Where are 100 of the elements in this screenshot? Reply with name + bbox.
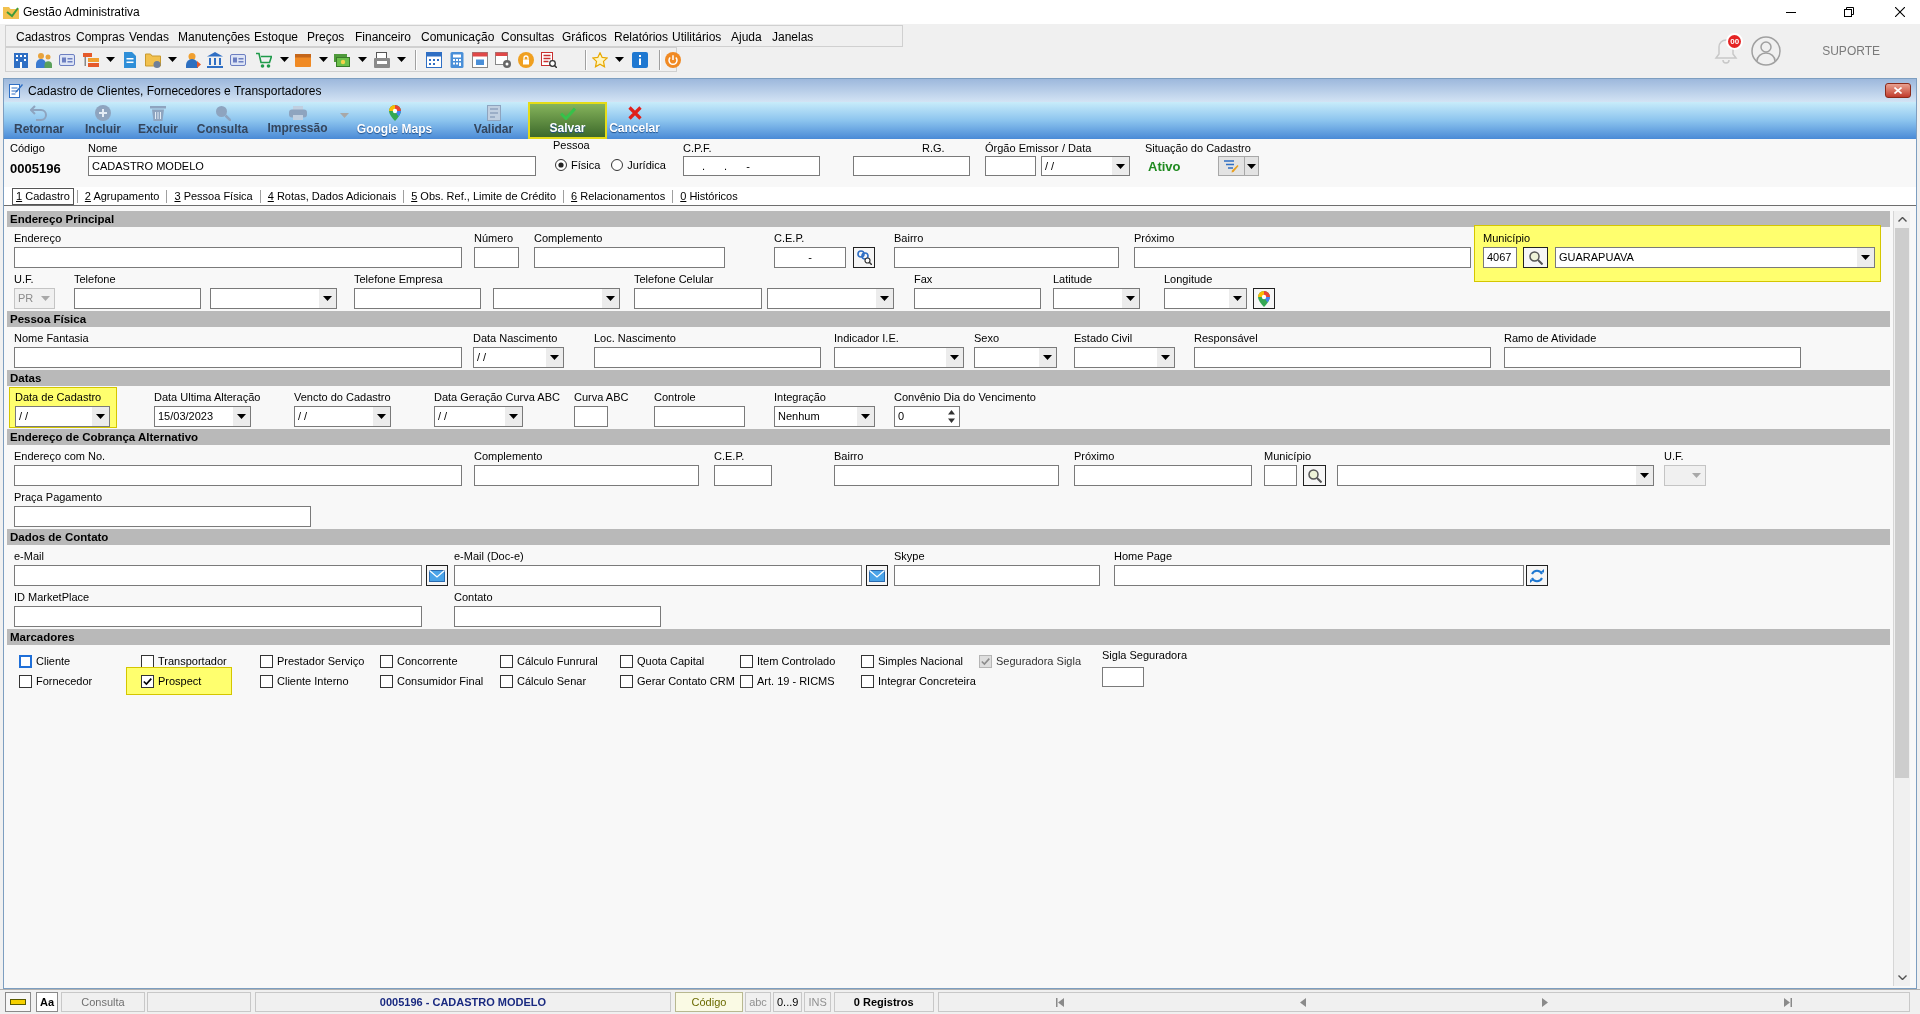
calendar-gear-icon[interactable] — [495, 51, 511, 68]
calendar-grid-icon[interactable] — [426, 51, 442, 68]
star-icon[interactable] — [592, 51, 608, 68]
checkbox-label[interactable]: Prestador Serviço — [277, 652, 365, 670]
tab[interactable]: 1 Cadastro — [12, 188, 74, 205]
checkbox-label[interactable]: Fornecedor — [36, 672, 93, 690]
menu-item[interactable]: Gráficos — [562, 30, 607, 44]
scrollbar-thumb[interactable] — [1895, 228, 1909, 778]
calculator-icon[interactable] — [449, 51, 465, 68]
box-icon[interactable] — [295, 51, 311, 68]
text-field[interactable] — [654, 406, 745, 427]
id-card-icon[interactable] — [230, 51, 246, 68]
radio-button[interactable] — [611, 159, 624, 171]
text-field[interactable] — [1264, 465, 1297, 486]
tab[interactable]: 0 Históricos — [676, 188, 742, 205]
folder-icon[interactable] — [145, 51, 161, 68]
text-field[interactable] — [574, 406, 608, 427]
tab[interactable]: 3 Pessoa Física — [170, 188, 257, 205]
checkbox-label[interactable]: Integrar Concreteira — [878, 672, 976, 690]
text-field[interactable] — [985, 156, 1036, 176]
checkbox-label[interactable]: Cálculo Funrural — [517, 652, 598, 670]
dropdown-field[interactable]: / / — [1041, 156, 1130, 176]
caret-icon[interactable] — [280, 57, 289, 62]
first-page-icon[interactable] — [1056, 997, 1065, 1007]
dropdown-field[interactable] — [1337, 465, 1654, 486]
people-icon[interactable] — [36, 51, 52, 68]
dropdown-field[interactable] — [834, 347, 964, 368]
toolbar-button[interactable]: Salvar — [528, 102, 607, 139]
text-field[interactable]: . . - — [683, 156, 820, 176]
font-button[interactable]: Aa — [36, 992, 58, 1012]
text-field[interactable] — [74, 288, 201, 309]
checkbox-label[interactable]: Cálculo Senar — [517, 672, 587, 690]
marker-button[interactable] — [5, 992, 31, 1012]
checkbox[interactable] — [500, 674, 513, 688]
caret-icon[interactable] — [615, 57, 624, 62]
last-page-icon[interactable] — [1783, 997, 1792, 1007]
menu-item[interactable]: Comunicação — [421, 30, 495, 44]
checkbox-label[interactable]: Gerar Contato CRM — [637, 672, 735, 690]
email-button[interactable] — [866, 565, 888, 586]
dropdown-field[interactable] — [493, 288, 620, 309]
hierarchy-icon[interactable] — [83, 51, 99, 68]
text-field[interactable] — [1074, 465, 1252, 486]
tab[interactable]: 2 Agrupamento — [80, 188, 164, 205]
dropdown-field[interactable]: / / — [434, 406, 523, 427]
caret-icon[interactable] — [397, 57, 406, 62]
checkbox[interactable] — [380, 654, 393, 668]
dropdown-field[interactable] — [974, 347, 1057, 368]
checkbox[interactable] — [19, 674, 32, 688]
text-field[interactable] — [894, 565, 1100, 586]
scrollbar[interactable] — [1893, 211, 1910, 986]
map-button[interactable] — [1253, 288, 1275, 309]
text-field[interactable]: 4067 — [1483, 247, 1517, 268]
dropdown-field[interactable] — [1074, 347, 1175, 368]
cart-icon[interactable] — [256, 51, 272, 68]
calendar-icon[interactable] — [472, 51, 488, 68]
radio-button[interactable] — [555, 159, 567, 171]
menu-item[interactable]: Ajuda — [731, 30, 762, 44]
caret-icon[interactable] — [319, 57, 328, 62]
cash-register-icon[interactable] — [374, 51, 390, 68]
menu-item[interactable]: Estoque — [254, 30, 299, 44]
minimize-icon[interactable] — [1786, 11, 1796, 13]
text-field[interactable] — [634, 288, 762, 309]
text-field[interactable] — [1102, 667, 1144, 687]
dropdown-field[interactable]: / / — [473, 347, 564, 368]
text-field[interactable] — [853, 156, 970, 176]
text-field[interactable] — [14, 247, 462, 268]
dropdown-field[interactable] — [1053, 288, 1140, 309]
text-field[interactable] — [14, 506, 311, 527]
text-field[interactable] — [1504, 347, 1801, 368]
dropdown-field[interactable] — [210, 288, 337, 309]
text-field[interactable] — [474, 247, 519, 268]
checkbox[interactable] — [141, 654, 154, 668]
money-icon[interactable] — [334, 51, 350, 68]
checkbox-label[interactable]: Art. 19 - RICMS — [757, 672, 835, 690]
restore-icon[interactable] — [1844, 7, 1854, 17]
menu-item[interactable]: Relatórios — [614, 30, 669, 44]
bank-icon[interactable] — [207, 51, 223, 68]
close-button[interactable] — [1885, 83, 1911, 98]
id-card-icon[interactable] — [59, 51, 75, 68]
menu-item[interactable]: Utilitários — [672, 30, 722, 44]
checkbox[interactable] — [141, 674, 154, 688]
dropdown-field[interactable] — [767, 288, 894, 309]
checkbox[interactable] — [861, 654, 874, 668]
dropdown-field[interactable]: / / — [15, 406, 110, 427]
tab[interactable]: 5 Obs. Ref., Limite de Crédito — [407, 188, 561, 205]
email-button[interactable] — [426, 565, 448, 586]
menu-item[interactable]: Cadastros — [16, 30, 71, 44]
checkbox[interactable] — [19, 654, 32, 668]
checkbox-label[interactable]: Quota Capital — [637, 652, 705, 670]
text-field[interactable] — [14, 347, 462, 368]
text-field[interactable] — [714, 465, 772, 486]
close-icon[interactable] — [1895, 7, 1905, 17]
checkbox-label[interactable]: Cliente — [36, 652, 71, 670]
menu-item[interactable]: Compras — [76, 30, 125, 44]
search-button[interactable] — [1523, 247, 1548, 268]
scroll-down-icon[interactable] — [1897, 975, 1907, 980]
tab[interactable]: 6 Relacionamentos — [567, 188, 670, 205]
user-name[interactable]: SUPORTE — [1822, 41, 1880, 60]
text-field[interactable] — [354, 288, 481, 309]
text-field[interactable] — [474, 465, 699, 486]
